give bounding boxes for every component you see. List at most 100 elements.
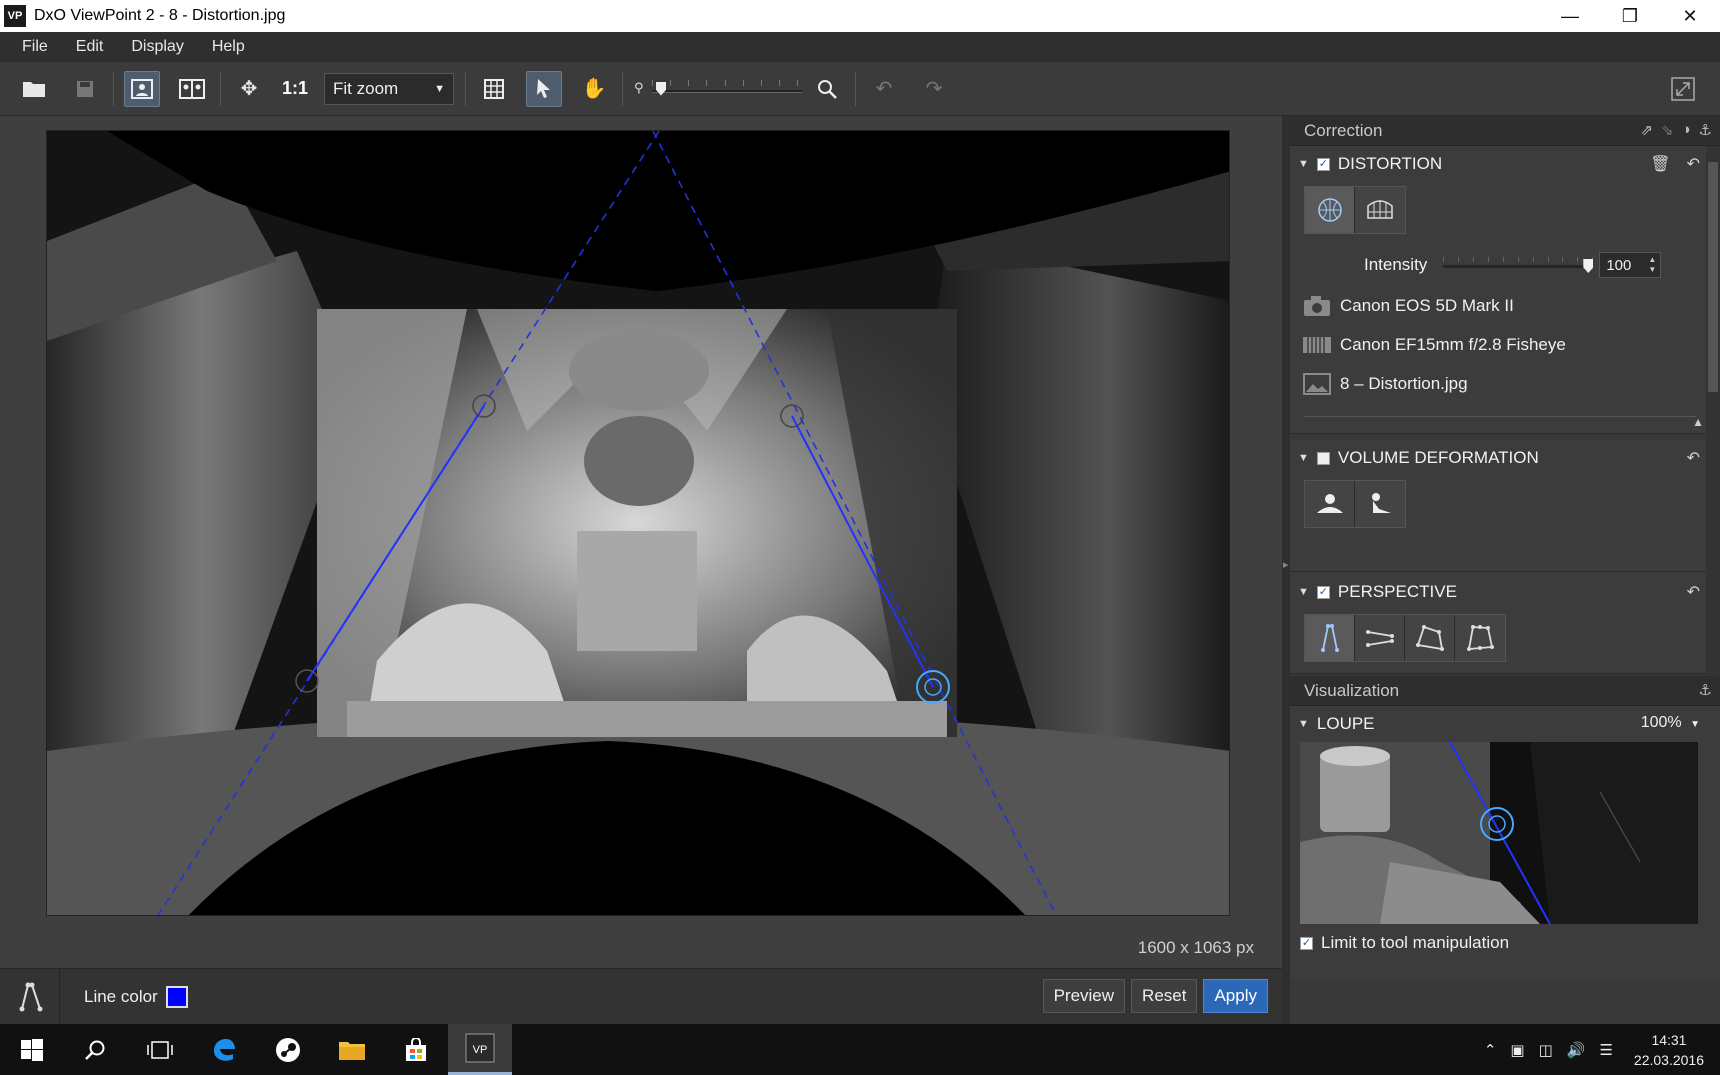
- distortion-title-bar[interactable]: ▼ ✓ DISTORTION 🗑 ↶: [1290, 146, 1720, 182]
- palette-icon[interactable]: ◑: [1681, 121, 1690, 139]
- task-view-icon[interactable]: [128, 1024, 192, 1075]
- eight-point-button[interactable]: [1455, 615, 1505, 661]
- scrollbar-thumb[interactable]: [1708, 162, 1718, 392]
- menu-edit[interactable]: Edit: [62, 38, 118, 56]
- window-title: DxO ViewPoint 2 - 8 - Distortion.jpg: [34, 7, 286, 24]
- select-arrow-icon[interactable]: [526, 70, 563, 107]
- apply-button[interactable]: Apply: [1203, 979, 1268, 1013]
- vertical-lines-button[interactable]: [1305, 615, 1355, 661]
- correction-scrollbar[interactable]: [1706, 146, 1720, 706]
- pin-icon[interactable]: ⚓: [1699, 681, 1712, 699]
- undo-section-icon[interactable]: ↶: [1687, 582, 1700, 602]
- lens-icon: [1302, 333, 1332, 357]
- expand-triangle-icon[interactable]: ▼: [1298, 586, 1309, 598]
- grid-icon[interactable]: [476, 71, 512, 107]
- window-controls: — ❐ ✕: [1540, 0, 1720, 32]
- zoom-slider[interactable]: ⚲: [632, 74, 803, 104]
- undo-icon[interactable]: ↶: [866, 71, 902, 107]
- barrel-mode-button[interactable]: [1355, 187, 1405, 233]
- rectangle-button[interactable]: [1405, 615, 1455, 661]
- compare-view-icon[interactable]: [174, 71, 210, 107]
- one-to-one-button[interactable]: 1:1: [282, 78, 308, 99]
- save-icon[interactable]: [67, 71, 103, 107]
- zoom-in-icon[interactable]: [809, 71, 845, 107]
- tool-options-bar: Line color Preview Reset Apply: [0, 968, 1282, 1025]
- pin-icon[interactable]: ⚓: [1699, 121, 1712, 139]
- zoom-slider-thumb[interactable]: [656, 81, 667, 96]
- intensity-input[interactable]: 100 ▲ ▼: [1599, 252, 1662, 278]
- chevron-down-icon: ▼: [434, 82, 446, 95]
- import-preset-icon[interactable]: ⇘: [1661, 121, 1674, 139]
- file-explorer-icon[interactable]: [320, 1024, 384, 1075]
- person-corner-icon: [1372, 493, 1391, 513]
- right-panel: Correction ⇗ ⇘ ◑ ⚓ ▼ ✓ DISTORTION 🗑 ↶ In…: [1290, 116, 1720, 1024]
- limit-checkbox[interactable]: ✓: [1300, 936, 1313, 950]
- system-tray: ⌃ ▣ ◫ 🔊 ☰ 14:31 22.03.2016: [1477, 1024, 1720, 1075]
- windows-start-icon[interactable]: [0, 1024, 64, 1075]
- spinner-icon[interactable]: ▲ ▼: [1648, 255, 1656, 275]
- expand-triangle-icon[interactable]: ▼: [1298, 158, 1309, 170]
- hand-icon[interactable]: ✋: [576, 71, 612, 107]
- menu-display[interactable]: Display: [117, 38, 197, 56]
- perspective-lines-icon[interactable]: [0, 968, 60, 1025]
- search-icon[interactable]: [64, 1024, 128, 1075]
- menu-help[interactable]: Help: [198, 38, 259, 56]
- edge-browser-icon[interactable]: [192, 1024, 256, 1075]
- close-icon[interactable]: ✕: [1660, 0, 1720, 32]
- move-icon[interactable]: ✥: [231, 71, 267, 107]
- volume-icon[interactable]: 🔊: [1567, 1041, 1586, 1059]
- loupe-zoom-dropdown[interactable]: 100% ▼: [1641, 714, 1700, 732]
- maximize-icon[interactable]: ❐: [1600, 0, 1660, 32]
- expand-triangle-icon[interactable]: ▼: [1298, 452, 1309, 464]
- distortion-checkbox[interactable]: ✓: [1316, 157, 1330, 171]
- volume-title-bar[interactable]: ▼ ✓ VOLUME DEFORMATION ↶: [1290, 440, 1720, 476]
- zoom-out-icon[interactable]: ⚲: [634, 80, 644, 96]
- preview-button[interactable]: Preview: [1042, 979, 1126, 1013]
- collapse-section-icon[interactable]: ▲: [1692, 415, 1704, 429]
- intensity-slider[interactable]: [1443, 255, 1594, 275]
- undo-section-icon[interactable]: ↶: [1687, 154, 1700, 174]
- intensity-label: Intensity: [1364, 255, 1428, 274]
- perspective-checkbox[interactable]: ✓: [1316, 585, 1330, 599]
- network-icon[interactable]: ◫: [1539, 1041, 1553, 1059]
- single-view-icon[interactable]: [124, 70, 160, 107]
- zoom-dropdown[interactable]: Fit zoom ▼: [324, 72, 455, 105]
- steam-icon[interactable]: [256, 1024, 320, 1075]
- chevron-up-icon[interactable]: ⌃: [1484, 1041, 1497, 1059]
- collapse-panel-icon[interactable]: ▸: [1283, 558, 1289, 571]
- toolbar-divider: [113, 71, 114, 106]
- expand-triangle-icon[interactable]: ▼: [1298, 718, 1309, 730]
- panel-splitter[interactable]: ▸: [1282, 116, 1290, 1024]
- trash-icon[interactable]: 🗑: [1650, 154, 1670, 174]
- perspective-title-bar[interactable]: ▼ ✓ PERSPECTIVE ↶: [1290, 574, 1720, 610]
- minimize-icon[interactable]: —: [1540, 0, 1600, 32]
- reset-button[interactable]: Reset: [1131, 979, 1198, 1013]
- action-center-icon[interactable]: ☰: [1599, 1041, 1612, 1059]
- toolbar-divider: [220, 71, 221, 106]
- fisheye-mode-button[interactable]: [1305, 187, 1355, 233]
- undo-section-icon[interactable]: ↶: [1687, 448, 1700, 468]
- file-row: 8 – Distortion.jpg: [1290, 364, 1720, 403]
- volume-checkbox[interactable]: ✓: [1316, 451, 1330, 465]
- store-icon[interactable]: [384, 1024, 448, 1075]
- menu-file[interactable]: File: [8, 38, 62, 56]
- export-preset-icon[interactable]: ⇗: [1640, 121, 1653, 139]
- intensity-slider-thumb[interactable]: [1583, 259, 1594, 273]
- viewpoint-taskbar-icon[interactable]: VP: [448, 1024, 512, 1075]
- open-folder-icon[interactable]: [17, 71, 53, 107]
- diagonal-volume-button[interactable]: [1355, 481, 1405, 527]
- clock-date: 22.03.2016: [1633, 1051, 1704, 1068]
- redo-icon[interactable]: ↷: [916, 71, 952, 107]
- horizontal-volume-button[interactable]: [1305, 481, 1355, 527]
- fullscreen-icon[interactable]: [1665, 71, 1701, 107]
- line-color-swatch[interactable]: [165, 985, 188, 1008]
- photo-preview[interactable]: [46, 130, 1230, 916]
- zoom-slider-track: [652, 89, 803, 93]
- limit-row[interactable]: ✓ Limit to tool manipulation: [1290, 924, 1720, 962]
- app-logo-icon: VP: [4, 5, 26, 27]
- windows-taskbar: VP ⌃ ▣ ◫ 🔊 ☰ 14:31 22.03.2016: [0, 1024, 1720, 1075]
- lens-model: Canon EF15mm f/2.8 Fisheye: [1340, 334, 1566, 354]
- clock[interactable]: 14:31 22.03.2016: [1634, 1030, 1704, 1070]
- usb-drive-icon[interactable]: ▣: [1510, 1041, 1524, 1059]
- horizontal-lines-button[interactable]: [1355, 615, 1405, 661]
